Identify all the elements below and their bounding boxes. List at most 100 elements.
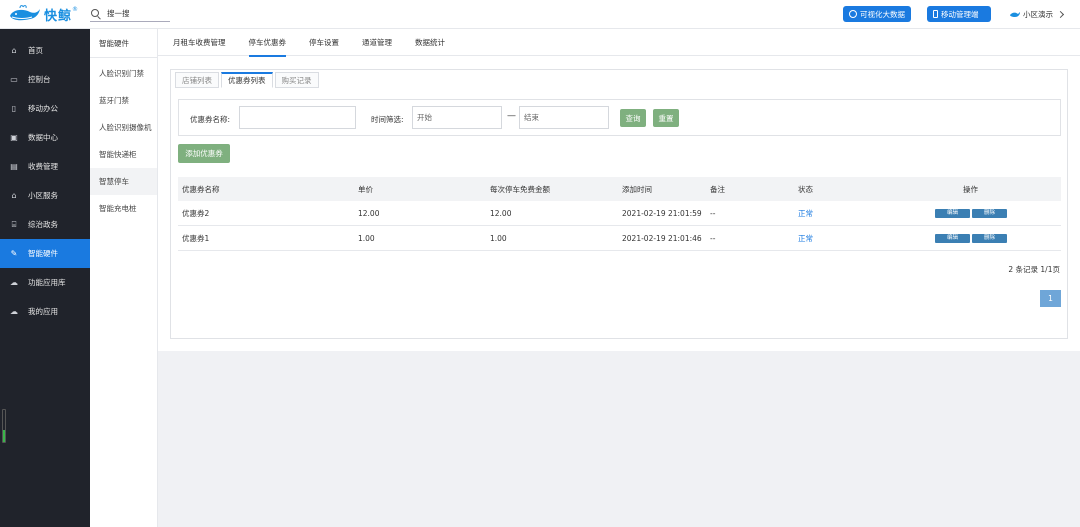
logo[interactable]: 快鲸 ® (8, 3, 78, 25)
header-coupon-name: 优惠券名称 (182, 184, 220, 194)
cell-free-amount: 12.00 (490, 208, 512, 218)
bigdata-button[interactable]: 可视化大数据 (843, 6, 911, 22)
main-content: 月租车收费管理 停车优惠券 停车设置 通道管理 数据统计 店铺列表 优惠券列表 … (158, 29, 1080, 351)
subtab-purchase-records[interactable]: 购买记录 (274, 72, 319, 88)
search-box (90, 6, 170, 22)
sidebar-item-billing[interactable]: ▤ 收费管理 (0, 152, 90, 181)
cell-added-time: 2021-02-19 21:01:46 (622, 233, 702, 243)
sidebar-item-label: 小区服务 (28, 191, 58, 200)
delete-button[interactable]: 删除 (972, 234, 1007, 243)
whale-logo-icon (10, 5, 40, 21)
tab-bar: 月租车收费管理 停车优惠券 停车设置 通道管理 数据统计 (158, 29, 1080, 57)
submenu-item-smart-parking[interactable]: 智慧停车 (90, 168, 157, 195)
user-menu[interactable]: 小区演示 (1010, 9, 1065, 20)
submenu-item-face-camera[interactable]: 人脸识别摄像机 (90, 114, 157, 141)
home-icon: ⌂ (11, 191, 17, 200)
top-bar: 快鲸 ® 可视化大数据 移动管理端 小区演示 (0, 0, 1080, 29)
sidebar-item-label: 控制台 (28, 75, 51, 84)
submenu: 智能硬件 人脸识别门禁 蓝牙门禁 人脸识别摄像机 智能快递柜 智慧停车 智能充电… (90, 29, 158, 527)
cloud-icon: ☁ (10, 307, 18, 316)
mobile-admin-button[interactable]: 移动管理端 (927, 6, 991, 22)
submenu-item-charging-pile[interactable]: 智能充电桩 (90, 195, 157, 222)
bigdata-button-label: 可视化大数据 (860, 9, 905, 19)
logo-reg: ® (72, 5, 79, 13)
dashboard-icon (849, 10, 857, 18)
row-actions: 编辑 删除 (935, 209, 1007, 218)
mobile-icon: ▯ (11, 104, 17, 113)
sidebar-item-label: 功能应用库 (28, 278, 66, 287)
tab-parking-settings[interactable]: 停车设置 (309, 29, 339, 56)
sidebar-item-label: 移动办公 (28, 104, 58, 113)
sidebar-item-mobile-office[interactable]: ▯ 移动办公 (0, 94, 90, 123)
time-filter-label: 时间筛选: (371, 115, 404, 124)
whale-avatar-icon (1010, 12, 1020, 17)
cloud-download-icon: ☁ (10, 278, 18, 287)
subtab-coupon-list[interactable]: 优惠券列表 (221, 72, 273, 88)
record-summary: 2 条记录 1/1页 (1008, 265, 1060, 274)
table-row: 优惠券2 12.00 12.00 2021-02-19 21:01:59 -- … (178, 201, 1061, 226)
start-date-input[interactable] (412, 106, 502, 129)
end-date-input[interactable] (519, 106, 609, 129)
mobile-admin-button-label: 移动管理端 (941, 9, 979, 19)
tab-parking-coupons[interactable]: 停车优惠券 (248, 29, 286, 57)
coupon-name-input[interactable] (239, 106, 356, 129)
laptop-icon: ▭ (10, 75, 18, 84)
reset-button[interactable]: 重置 (653, 109, 679, 127)
query-button[interactable]: 查询 (620, 109, 646, 127)
sidebar-item-console[interactable]: ▭ 控制台 (0, 65, 90, 94)
community-name: 小区演示 (1023, 10, 1053, 19)
cell-note: -- (710, 233, 716, 243)
sidebar-item-label: 首页 (28, 46, 43, 55)
sidebar-item-app-library[interactable]: ☁ 功能应用库 (0, 268, 90, 297)
submenu-item-bluetooth-access[interactable]: 蓝牙门禁 (90, 87, 157, 114)
header-note: 备注 (710, 184, 725, 194)
row-actions: 编辑 删除 (935, 234, 1007, 243)
chevron-right-icon (1056, 10, 1065, 19)
home-icon: ⌂ (11, 46, 17, 55)
sidebar-item-label: 智能硬件 (28, 249, 58, 258)
edit-button[interactable]: 编辑 (935, 209, 970, 218)
sidebar-item-label: 收费管理 (28, 162, 58, 171)
cell-note: -- (710, 208, 716, 218)
header-actions: 操作 (963, 184, 978, 194)
tab-monthly-fee[interactable]: 月租车收费管理 (173, 29, 226, 56)
submenu-item-parcel-locker[interactable]: 智能快递柜 (90, 141, 157, 168)
header-free-amount: 每次停车免费金额 (490, 184, 550, 194)
sidebar-item-home[interactable]: ⌂ 首页 (0, 36, 90, 65)
table-row: 优惠券1 1.00 1.00 2021-02-19 21:01:46 -- 正常… (178, 226, 1061, 251)
sidebar-item-my-apps[interactable]: ☁ 我的应用 (0, 297, 90, 326)
subtab-bar: 店铺列表 优惠券列表 购买记录 (175, 72, 321, 88)
sidebar-item-governance[interactable]: ⌸ 综治政务 (0, 210, 90, 239)
cell-added-time: 2021-02-19 21:01:59 (622, 208, 702, 218)
sidebar-item-community-service[interactable]: ⌂ 小区服务 (0, 181, 90, 210)
delete-button[interactable]: 删除 (972, 209, 1007, 218)
tab-data-statistics[interactable]: 数据统计 (415, 29, 445, 56)
submenu-title: 智能硬件 (90, 29, 157, 58)
briefcase-icon: ▣ (10, 133, 18, 142)
edit-button[interactable]: 编辑 (935, 234, 970, 243)
coupon-panel: 店铺列表 优惠券列表 购买记录 优惠券名称: 时间筛选: — 查询 重置 添加优… (170, 69, 1068, 339)
subtab-shop-list[interactable]: 店铺列表 (175, 72, 219, 88)
cell-coupon-name: 优惠券1 (182, 233, 210, 243)
sidebar: ⌂ 首页 ▭ 控制台 ▯ 移动办公 ▣ 数据中心 ▤ 收费管理 ⌂ 小区服务 ⌸… (0, 29, 90, 527)
header-price: 单价 (358, 184, 373, 194)
battery-indicator-icon (2, 409, 6, 443)
phone-icon (933, 10, 938, 18)
cell-price: 1.00 (358, 233, 375, 243)
coupon-table: 优惠券名称 单价 每次停车免费金额 添加时间 备注 状态 操作 优惠券2 12.… (178, 177, 1061, 251)
sidebar-item-data-center[interactable]: ▣ 数据中心 (0, 123, 90, 152)
search-input[interactable] (107, 9, 167, 18)
search-icon[interactable] (90, 8, 102, 20)
pagination-page-1[interactable]: 1 (1040, 290, 1061, 307)
submenu-item-face-access[interactable]: 人脸识别门禁 (90, 60, 157, 87)
sidebar-item-smart-hardware[interactable]: ✎ 智能硬件 (0, 239, 90, 268)
tab-channel-management[interactable]: 通道管理 (362, 29, 392, 56)
cell-free-amount: 1.00 (490, 233, 507, 243)
sidebar-item-label: 数据中心 (28, 133, 58, 142)
header-status: 状态 (798, 184, 813, 194)
header-added-time: 添加时间 (622, 184, 652, 194)
bank-icon: ⌸ (11, 219, 17, 229)
status-badge: 正常 (798, 208, 813, 218)
add-coupon-button[interactable]: 添加优惠券 (178, 144, 230, 163)
sidebar-item-label: 综治政务 (28, 220, 58, 229)
